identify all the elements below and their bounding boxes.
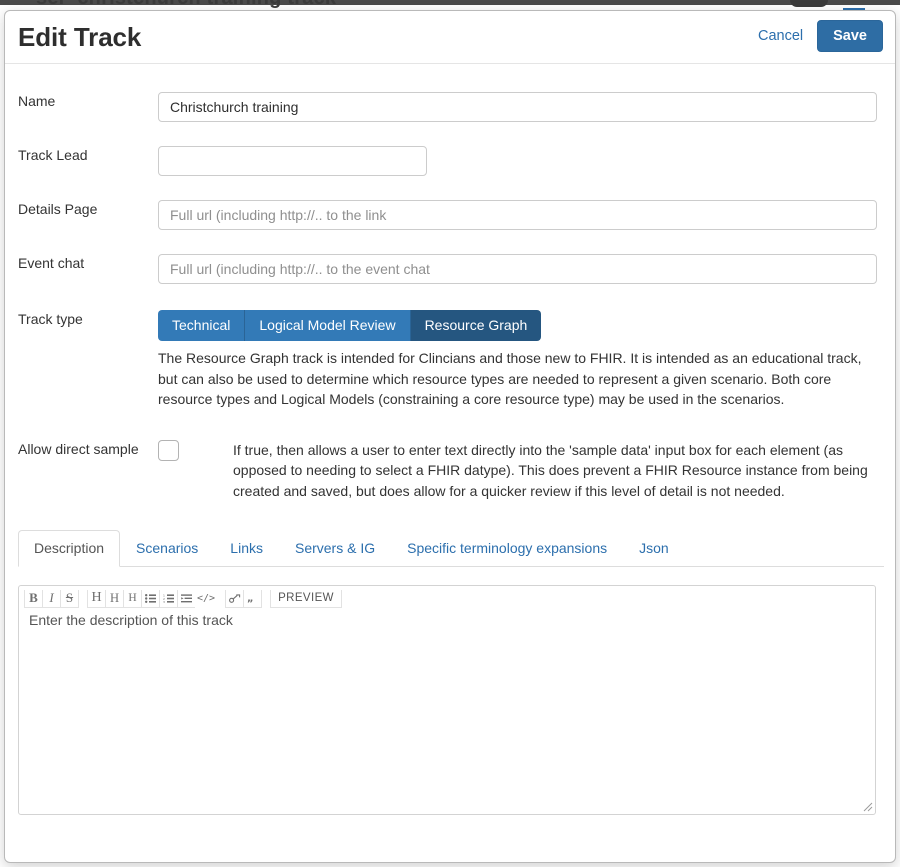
tab-specific-terminology-expansions[interactable]: Specific terminology expansions	[391, 530, 623, 567]
track-type-option-logical-model-review[interactable]: Logical Model Review	[245, 310, 411, 341]
tab-description[interactable]: Description	[18, 530, 121, 567]
heading-1-icon[interactable]: H	[87, 589, 106, 608]
editor-placeholder-text: Enter the description of this track	[29, 612, 233, 628]
code-icon[interactable]: </>	[195, 589, 218, 608]
allow-direct-sample-checkbox[interactable]	[158, 439, 179, 461]
track-type-option-technical[interactable]: Technical	[158, 310, 246, 341]
preview-button[interactable]: PREVIEW	[270, 589, 342, 608]
track-type-button-group: Technical Logical Model Review Resource …	[158, 310, 542, 341]
link-glyph	[228, 593, 240, 603]
indent-icon[interactable]	[177, 589, 196, 608]
tab-links[interactable]: Links	[214, 530, 279, 567]
editor-toolbar: B I S H H H 1 2 3 </> „ PREVIEW	[19, 586, 875, 610]
edit-track-modal: Edit Track Cancel Save Name Track Lead D…	[4, 10, 896, 863]
unordered-list-icon[interactable]	[141, 589, 160, 608]
details-page-label: Details Page	[18, 201, 98, 217]
bold-icon[interactable]: B	[24, 589, 43, 608]
form-row-track-type: Track type Technical Logical Model Revie…	[5, 310, 895, 410]
description-editor[interactable]: B I S H H H 1 2 3 </> „ PREVIEW Enter th…	[18, 585, 876, 815]
svg-text:„: „	[247, 594, 254, 603]
form-row-event-chat: Event chat	[5, 254, 895, 284]
svg-text:3: 3	[163, 600, 165, 603]
resize-handle[interactable]	[860, 799, 873, 812]
track-type-option-resource-graph[interactable]: Resource Graph	[410, 310, 542, 341]
italic-icon[interactable]: I	[42, 589, 61, 608]
form-row-name: Name	[5, 92, 895, 122]
track-lead-input[interactable]	[158, 146, 427, 176]
details-page-input[interactable]	[158, 200, 877, 230]
blockquote-glyph: „	[247, 594, 254, 603]
form-row-allow-direct-sample: Allow direct sample If true, then allows…	[5, 439, 895, 502]
event-chat-input[interactable]	[158, 254, 877, 284]
unordered-list-glyph	[145, 593, 156, 603]
track-type-area: Technical Logical Model Review Resource …	[158, 310, 880, 410]
track-lead-label: Track Lead	[18, 147, 88, 163]
event-chat-label: Event chat	[18, 255, 85, 271]
allow-direct-sample-description: If true, then allows a user to enter tex…	[233, 441, 868, 499]
background-page-heading: ser 'christchurch training track'	[36, 0, 341, 10]
modal-header-actions: Cancel Save	[756, 20, 883, 52]
heading-3-icon[interactable]: H	[123, 589, 142, 608]
ordered-list-glyph: 1 2 3	[163, 594, 174, 603]
indent-glyph	[181, 593, 192, 602]
track-type-label: Track type	[18, 311, 83, 327]
name-input[interactable]	[158, 92, 877, 122]
tab-json[interactable]: Json	[623, 530, 685, 567]
tab-scenarios[interactable]: Scenarios	[120, 530, 214, 567]
save-button[interactable]: Save	[817, 20, 883, 52]
strikethrough-icon[interactable]: S	[60, 589, 79, 608]
allow-direct-sample-checkbox-wrap	[158, 439, 233, 461]
name-label: Name	[18, 93, 56, 109]
cancel-button[interactable]: Cancel	[756, 24, 805, 48]
link-icon[interactable]	[225, 589, 245, 608]
heading-2-icon[interactable]: H	[105, 589, 124, 608]
ordered-list-icon[interactable]: 1 2 3	[159, 589, 178, 608]
background-notch	[790, 0, 828, 7]
blockquote-icon[interactable]: „	[243, 589, 263, 608]
allow-direct-sample-label: Allow direct sample	[18, 440, 139, 457]
tab-bar: Description Scenarios Links Servers & IG…	[18, 530, 884, 567]
modal-body: Name Track Lead Details Page Event chat …	[5, 92, 895, 815]
track-type-description: The Resource Graph track is intended for…	[158, 350, 862, 407]
modal-header: Edit Track Cancel Save	[5, 11, 895, 64]
form-row-track-lead: Track Lead	[5, 146, 895, 176]
form-row-details-page: Details Page	[5, 200, 895, 230]
page-title: Edit Track	[18, 22, 142, 52]
tab-servers-and-ig[interactable]: Servers & IG	[279, 530, 391, 567]
